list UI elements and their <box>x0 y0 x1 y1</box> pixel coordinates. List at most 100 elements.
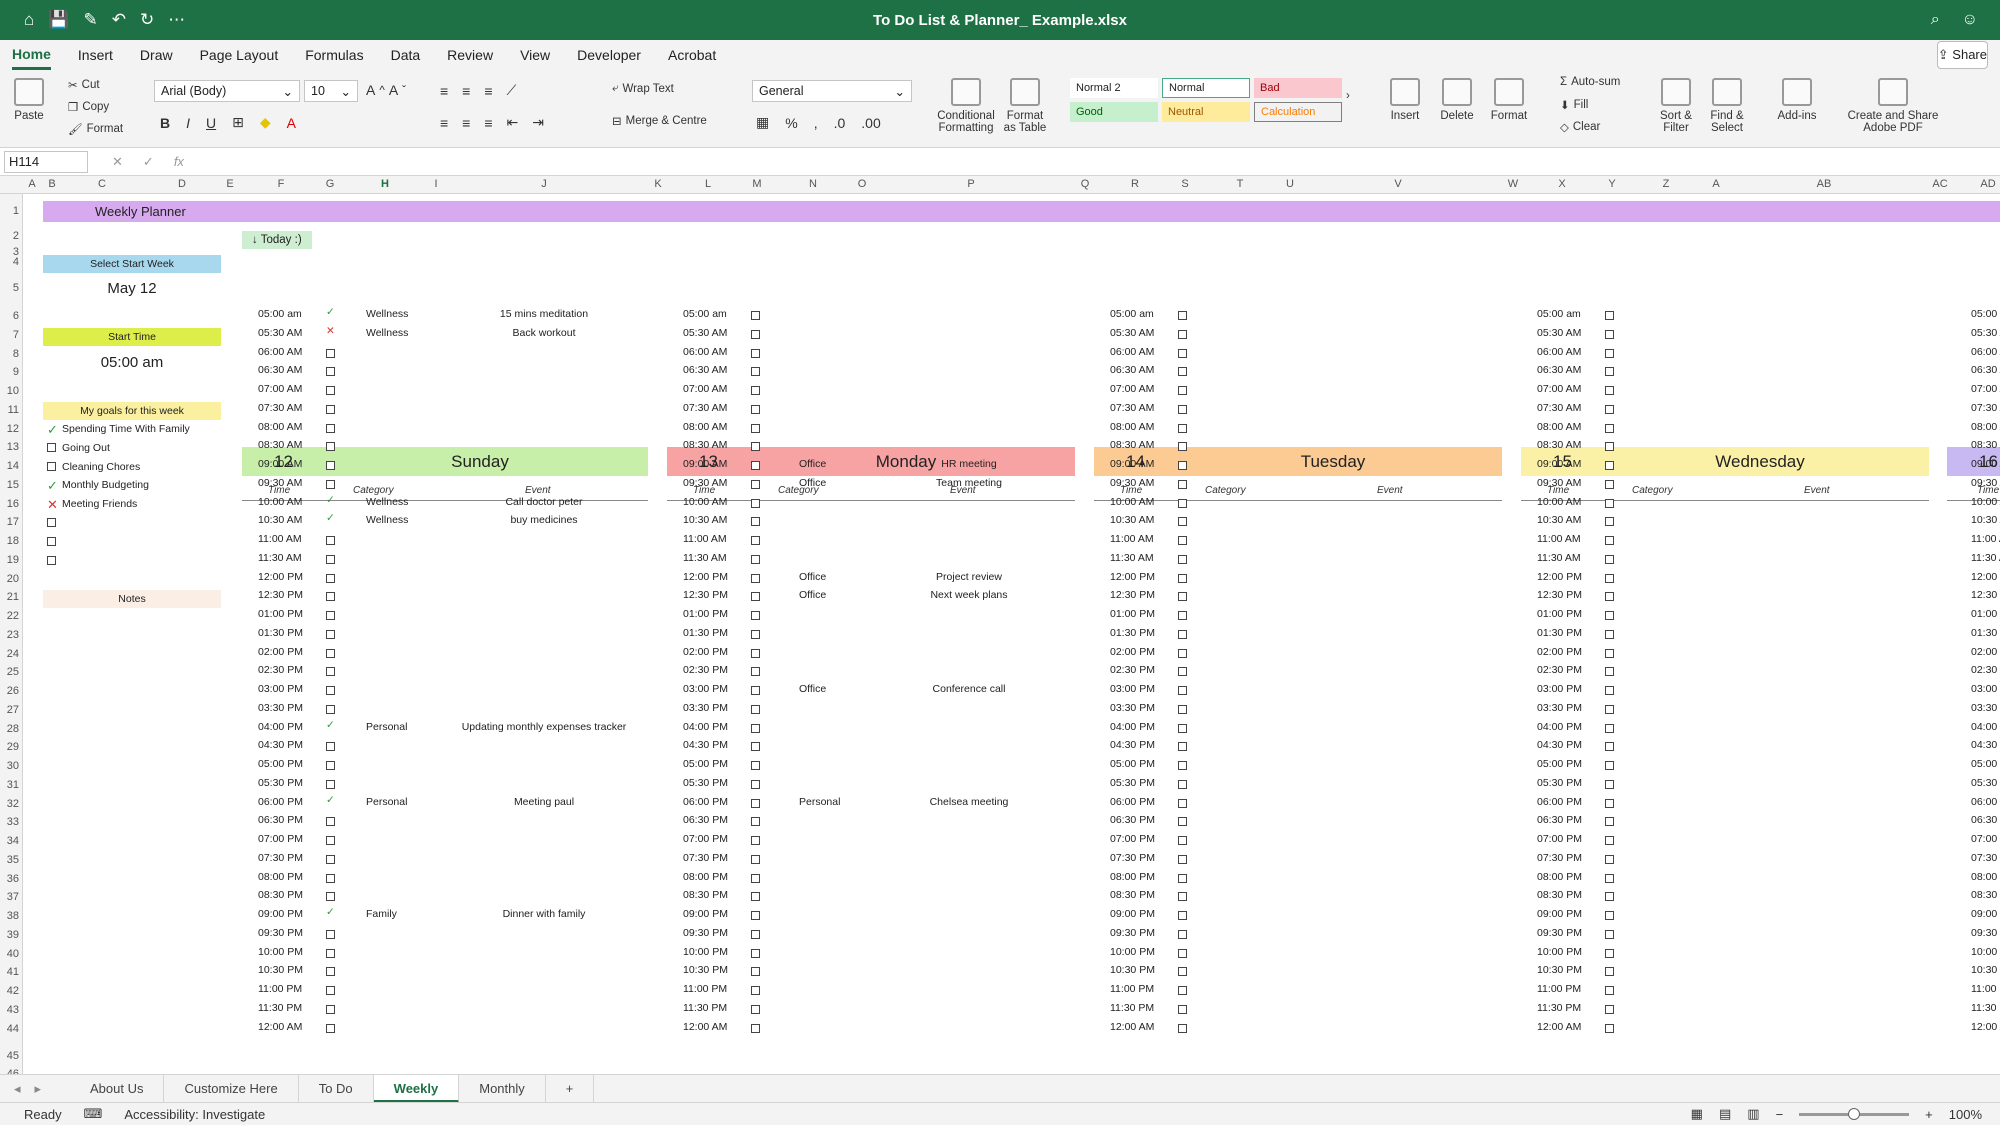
row-header[interactable]: 20 <box>7 573 19 585</box>
time-cell[interactable]: 06:30 AM <box>683 364 727 376</box>
time-cell[interactable]: 07:30 AM <box>1537 402 1581 414</box>
checkbox-icon[interactable] <box>1605 648 1614 658</box>
checkbox-icon[interactable] <box>751 948 760 958</box>
time-cell[interactable]: 10:00 AM <box>1537 496 1581 508</box>
checkbox-icon[interactable] <box>1605 329 1614 339</box>
align-buttons[interactable]: ≡ ≡ ≡ ⇤ ⇥ <box>440 114 544 131</box>
time-cell[interactable]: 05:00 P <box>1971 758 2000 770</box>
time-cell[interactable]: 11:00 PM <box>1537 983 1581 995</box>
time-cell[interactable]: 06:00 AM <box>683 346 727 358</box>
zoom-slider[interactable] <box>1799 1107 1910 1120</box>
font-style-buttons[interactable]: B I U ⊞ ◆ A <box>160 114 296 131</box>
cancel-icon[interactable]: ✕ <box>112 154 123 170</box>
home-icon[interactable]: ⌂ <box>24 10 34 30</box>
time-cell[interactable]: 07:30 PM <box>683 852 728 864</box>
checkbox-icon[interactable] <box>1178 854 1187 864</box>
time-cell[interactable]: 06:30 AM <box>1537 364 1581 376</box>
time-cell[interactable]: 05:30 A <box>1971 327 2000 339</box>
checkbox-icon[interactable] <box>326 704 335 714</box>
checkbox-icon[interactable] <box>1178 967 1187 977</box>
row-header[interactable]: 17 <box>7 516 19 528</box>
time-cell[interactable]: 04:00 PM <box>258 721 303 733</box>
checkbox-icon[interactable] <box>326 348 335 358</box>
account-icon[interactable]: ☺ <box>1962 11 1978 29</box>
checkbox-icon[interactable] <box>751 836 760 845</box>
column-header-U[interactable]: U <box>1286 178 1294 190</box>
time-cell[interactable]: 10:00 AM <box>683 496 727 508</box>
time-cell[interactable]: 08:00 AM <box>683 421 727 433</box>
checkbox-icon[interactable] <box>1605 629 1614 639</box>
row-header[interactable]: 6 <box>13 310 19 322</box>
checkbox-icon[interactable] <box>1178 311 1187 320</box>
style-calculation[interactable]: Calculation <box>1254 102 1342 122</box>
checkbox-icon[interactable] <box>1605 517 1614 527</box>
time-cell[interactable]: 04:00 P <box>1971 721 2000 733</box>
time-cell[interactable]: 05:00 am <box>258 308 302 320</box>
time-cell[interactable]: 07:30 AM <box>1110 402 1154 414</box>
event-text[interactable]: Conference call <box>933 683 1006 695</box>
time-cell[interactable]: 02:00 PM <box>1537 646 1582 658</box>
event-text[interactable]: Next week plans <box>930 589 1007 601</box>
time-cell[interactable]: 07:00 AM <box>1110 383 1154 395</box>
checkbox-icon[interactable] <box>1605 573 1614 583</box>
checkbox-icon[interactable] <box>1605 742 1614 752</box>
time-cell[interactable]: 10:30 AM <box>683 514 727 526</box>
checkbox-icon[interactable] <box>326 479 335 489</box>
time-cell[interactable]: 08:30 PM <box>683 889 728 901</box>
event-text[interactable]: 15 mins meditation <box>500 308 588 320</box>
checkbox-icon[interactable] <box>326 1023 335 1033</box>
time-cell[interactable]: 12:00 PM <box>683 571 728 583</box>
column-header-Q[interactable]: Q <box>1081 178 1090 190</box>
checkbox-icon[interactable] <box>751 798 760 808</box>
checkbox-icon[interactable] <box>326 817 335 827</box>
sheet-tab-monthly[interactable]: Monthly <box>459 1074 546 1103</box>
menu-insert[interactable]: Insert <box>78 42 113 68</box>
checkbox-icon[interactable] <box>1605 817 1614 827</box>
time-cell[interactable]: 02:00 P <box>1971 646 2000 658</box>
checkbox-icon[interactable] <box>326 404 335 414</box>
checkbox-icon[interactable] <box>751 404 760 414</box>
checkbox-icon[interactable] <box>751 1023 760 1033</box>
time-cell[interactable]: 01:30 PM <box>1110 627 1155 639</box>
row-header[interactable]: 38 <box>7 910 19 922</box>
time-cell[interactable]: 11:00 AM <box>1110 533 1154 545</box>
event-text[interactable]: Call doctor peter <box>505 496 582 508</box>
time-cell[interactable]: 04:30 PM <box>683 739 728 751</box>
checkbox-icon[interactable] <box>751 423 760 433</box>
wrap-text-button[interactable]: ⤶ Wrap Text <box>612 82 674 95</box>
time-cell[interactable]: 11:30 AM <box>683 552 727 564</box>
row-header[interactable]: 24 <box>7 648 19 660</box>
time-cell[interactable]: 12:00 AM <box>1110 1021 1154 1033</box>
goal-item[interactable]: ✓ Monthly Budgeting <box>47 476 149 494</box>
time-cell[interactable]: 12:00 AM <box>683 1021 727 1033</box>
time-cell[interactable]: 07:00 PM <box>258 833 303 845</box>
checkbox-icon[interactable] <box>1605 442 1614 452</box>
checkbox-icon[interactable] <box>751 517 760 527</box>
time-cell[interactable]: 09:00 AM <box>1537 458 1581 470</box>
cut-button[interactable]: ✂ Cut <box>68 78 100 92</box>
checkbox-icon[interactable] <box>751 498 760 508</box>
column-header-I[interactable]: I <box>434 178 437 190</box>
time-cell[interactable]: 05:00 PM <box>1537 758 1582 770</box>
checkbox-icon[interactable] <box>1178 911 1187 920</box>
conditional-formatting-button[interactable]: Conditional Formatting <box>936 78 996 134</box>
sheet-tab-customize-here[interactable]: Customize Here <box>164 1074 299 1103</box>
event-category[interactable]: Office <box>799 458 826 470</box>
checkbox-icon[interactable] <box>326 536 335 545</box>
checkbox-icon[interactable] <box>1178 742 1187 752</box>
checkbox-icon[interactable] <box>1605 311 1614 320</box>
column-header-D[interactable]: D <box>178 178 186 190</box>
checkbox-icon[interactable] <box>1605 536 1614 545</box>
time-cell[interactable]: 07:30 PM <box>1110 852 1155 864</box>
checkbox-icon[interactable] <box>1178 648 1187 658</box>
column-header-M[interactable]: M <box>752 178 761 190</box>
time-cell[interactable]: 06:30 PM <box>683 814 728 826</box>
autosum-button[interactable]: Σ Auto-sum <box>1560 76 1620 88</box>
zoom-in-icon[interactable]: + <box>1925 1107 1933 1122</box>
time-cell[interactable]: 03:30 PM <box>258 702 303 714</box>
time-cell[interactable]: 12:00 AM <box>258 1021 302 1033</box>
checked-icon[interactable]: ✓ <box>326 513 335 524</box>
checkbox-icon[interactable] <box>751 611 760 620</box>
checkbox-icon[interactable] <box>47 462 56 471</box>
font-size-buttons[interactable]: A ^ Aˇ <box>366 82 406 98</box>
